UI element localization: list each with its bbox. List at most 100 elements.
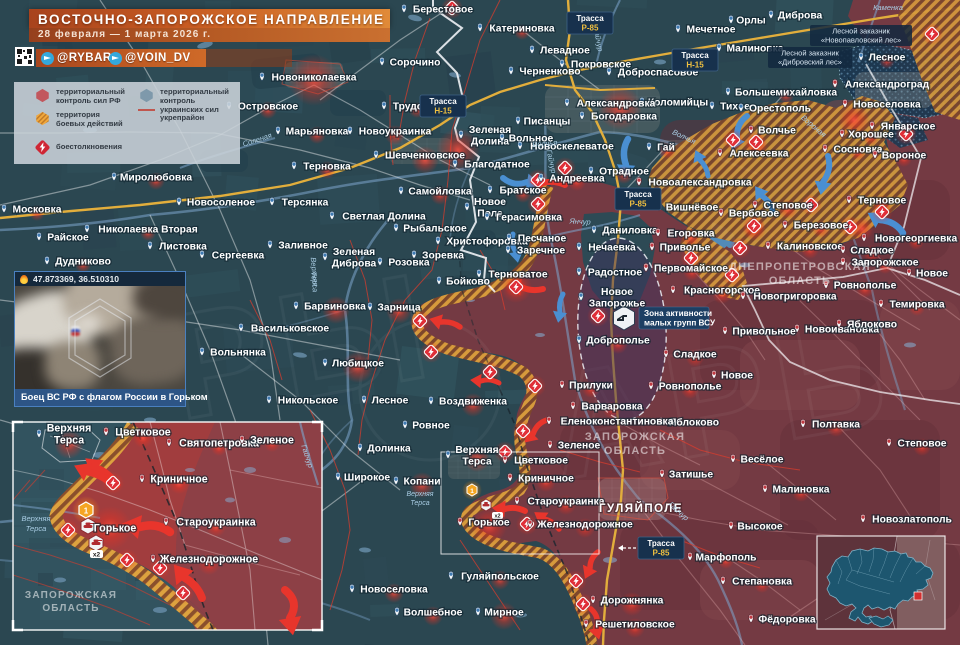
svg-text:Листовка: Листовка	[159, 242, 207, 253]
svg-text:Новоалександровка: Новоалександровка	[648, 178, 751, 189]
svg-text:Запорожье: Запорожье	[589, 298, 646, 309]
svg-text:Привольное: Привольное	[732, 327, 796, 338]
svg-text:Радостное: Радостное	[588, 268, 642, 279]
svg-text:Трасса: Трасса	[429, 97, 457, 106]
svg-text:Коломийцы: Коломийцы	[648, 98, 708, 109]
svg-text:Христофоровка: Христофоровка	[446, 236, 528, 248]
svg-text:Фёдоровка: Фёдоровка	[758, 615, 815, 626]
svg-text:Терновка: Терновка	[303, 162, 351, 173]
svg-text:Каменка: Каменка	[873, 3, 903, 12]
svg-text:Трасса: Трасса	[624, 190, 652, 199]
svg-text:Песчаное: Песчаное	[518, 234, 567, 245]
svg-text:Новое: Новое	[474, 197, 506, 208]
svg-text:Братское: Братское	[499, 186, 546, 197]
svg-text:Васильковское: Васильковское	[251, 324, 330, 335]
svg-text:Решетиловское: Решетиловское	[595, 620, 675, 631]
svg-text:ОБЛАСТЬ: ОБЛАСТЬ	[42, 603, 99, 614]
svg-text:ДНЕПРОПЕТРОВСКАЯ: ДНЕПРОПЕТРОВСКАЯ	[729, 261, 871, 273]
svg-text:Горькое: Горькое	[468, 518, 510, 529]
svg-text:Р-85: Р-85	[653, 549, 670, 558]
svg-text:Березовое: Березовое	[794, 221, 849, 232]
svg-text:Верхняя: Верхняя	[455, 445, 498, 456]
svg-text:Ровное: Ровное	[412, 421, 450, 432]
svg-text:Трасса: Трасса	[647, 539, 675, 548]
svg-text:Верхняя: Верхняя	[22, 514, 51, 523]
svg-text:Святопетровка: Святопетровка	[179, 438, 259, 450]
svg-text:Богодаровка: Богодаровка	[591, 112, 657, 123]
svg-text:Вишнёвое: Вишнёвое	[666, 203, 719, 214]
svg-text:Н-15: Н-15	[686, 61, 704, 70]
svg-text:Александроград: Александроград	[845, 80, 930, 91]
svg-text:Новоселовка: Новоселовка	[853, 100, 921, 111]
svg-text:малых групп ВСУ: малых групп ВСУ	[644, 319, 716, 328]
svg-text:Высокое: Высокое	[737, 522, 783, 533]
svg-text:Даниловка: Даниловка	[602, 226, 658, 237]
svg-text:Орлы: Орлы	[736, 16, 766, 27]
svg-text:Калиновское: Калиновское	[777, 242, 844, 253]
svg-text:Доброполье: Доброполье	[586, 335, 650, 347]
svg-text:Полтавка: Полтавка	[812, 420, 860, 431]
svg-text:Гай: Гай	[657, 143, 675, 154]
svg-text:Бойково: Бойково	[446, 277, 490, 288]
svg-text:Железнодорожное: Железнодорожное	[536, 520, 633, 531]
svg-text:Дудниково: Дудниково	[55, 257, 111, 268]
svg-text:Самойловка: Самойловка	[408, 187, 472, 198]
svg-text:Прилуки: Прилуки	[569, 381, 613, 392]
svg-text:Лесной заказник: Лесной заказник	[781, 49, 839, 58]
svg-text:Рыбальское: Рыбальское	[403, 223, 467, 235]
svg-text:Сергеевка: Сергеевка	[212, 251, 265, 262]
svg-text:Райское: Райское	[47, 233, 89, 244]
svg-text:Нечаевка: Нечаевка	[588, 243, 636, 254]
svg-text:Лесное: Лесное	[372, 396, 409, 407]
svg-text:ЗАПОРОЖСКАЯ: ЗАПОРОЖСКАЯ	[585, 431, 685, 443]
svg-text:«Дибровский лес»: «Дибровский лес»	[778, 58, 842, 67]
svg-text:Ровнополье: Ровнополье	[659, 382, 722, 393]
svg-text:Розовка: Розовка	[388, 258, 429, 269]
svg-text:Еленоконстантиновка: Еленоконстантиновка	[561, 417, 674, 428]
svg-text:Волчье: Волчье	[758, 126, 796, 137]
svg-text:Московка: Московка	[13, 205, 62, 216]
svg-text:Марьяновка: Марьяновка	[286, 127, 349, 138]
svg-text:Лесное: Лесное	[869, 53, 906, 64]
svg-text:Новое: Новое	[916, 269, 948, 280]
svg-text:Зарница: Зарница	[377, 303, 420, 314]
svg-text:Новое: Новое	[601, 287, 633, 298]
svg-text:Трасса: Трасса	[681, 51, 709, 60]
svg-text:Заливное: Заливное	[278, 241, 328, 252]
svg-text:Диброва: Диброва	[778, 10, 823, 22]
svg-text:Терсянка: Терсянка	[282, 198, 329, 209]
svg-text:Железнодорожное: Железнодорожное	[159, 554, 258, 566]
svg-text:Вольнянка: Вольнянка	[210, 348, 266, 359]
svg-text:Красногорское: Красногорское	[684, 286, 760, 297]
svg-text:Светлая Долина: Светлая Долина	[342, 212, 426, 223]
svg-text:Приволье: Приволье	[660, 243, 711, 254]
svg-text:Новоукраинка: Новоукраинка	[359, 127, 432, 138]
svg-text:Р-85: Р-85	[630, 200, 647, 209]
svg-text:Терса: Терса	[410, 500, 429, 507]
svg-text:Отрадное: Отрадное	[599, 167, 649, 178]
svg-text:Сладкое: Сладкое	[673, 350, 717, 361]
svg-text:Зеленая: Зеленая	[469, 125, 511, 136]
svg-text:Верхняя: Верхняя	[47, 423, 92, 435]
svg-text:Староукраинка: Староукраинка	[176, 517, 255, 529]
svg-text:Терса: Терса	[462, 456, 492, 467]
svg-text:Варваровка: Варваровка	[581, 402, 642, 413]
svg-text:Диброва: Диброва	[332, 257, 377, 269]
svg-text:Александровка: Александровка	[577, 99, 656, 110]
svg-text:Благодатное: Благодатное	[464, 160, 530, 171]
svg-text:Лесной заказник: Лесной заказник	[832, 27, 890, 36]
svg-text:Первомайское: Первомайское	[654, 264, 728, 275]
svg-text:1: 1	[84, 507, 89, 516]
svg-text:Гуляйпольское: Гуляйпольское	[461, 572, 539, 583]
svg-text:Левадное: Левадное	[540, 46, 590, 57]
svg-text:Миролюбовка: Миролюбовка	[120, 172, 193, 184]
svg-text:Долинка: Долинка	[367, 444, 411, 455]
svg-text:Катериновка: Катериновка	[489, 24, 555, 35]
svg-text:Криничное: Криничное	[150, 474, 207, 486]
svg-text:Любицкое: Любицкое	[332, 358, 384, 370]
svg-text:Вербовое: Вербовое	[729, 208, 780, 220]
svg-text:Мечетное: Мечетное	[687, 25, 736, 36]
svg-text:Тихое: Тихое	[720, 102, 750, 113]
svg-text:Андреевка: Андреевка	[549, 174, 604, 185]
svg-text:Янчур: Янчур	[568, 216, 590, 226]
